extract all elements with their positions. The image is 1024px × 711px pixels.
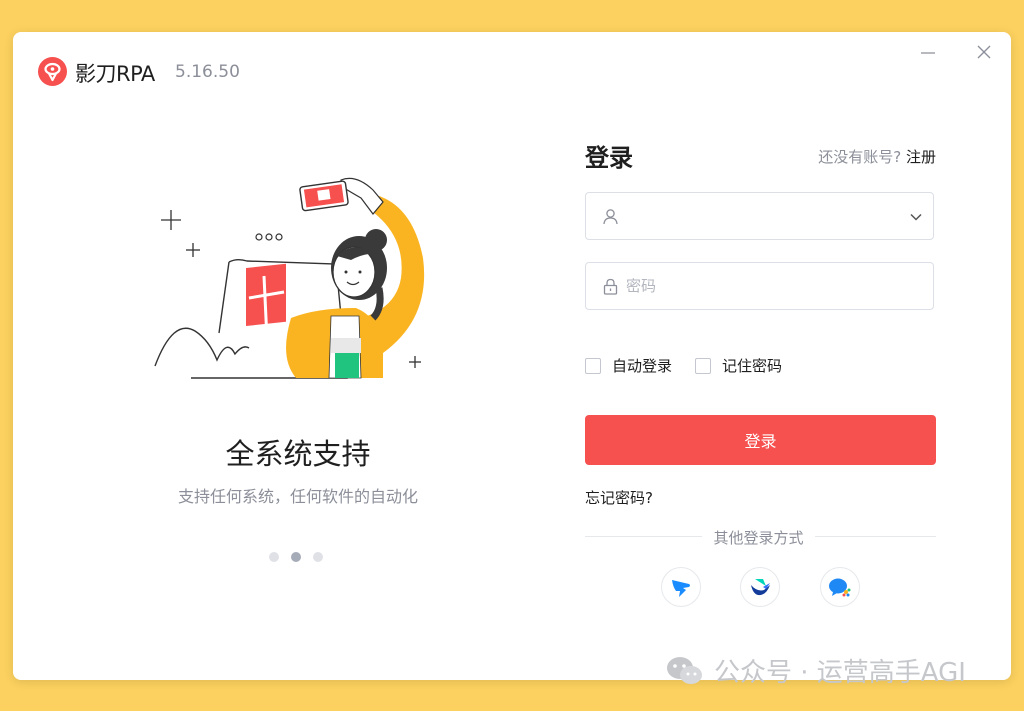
forgot-password-link[interactable]: 忘记密码? (585, 487, 653, 508)
divider (815, 536, 936, 537)
login-title: 登录 (585, 144, 633, 172)
register-hint: 还没有账号? 注册 (818, 146, 936, 167)
watermark-text: 公众号 · 运营高手AGI (714, 658, 966, 688)
auto-login-option[interactable]: 自动登录 (585, 355, 672, 376)
watermark: 公众号 · 运营高手AGI (666, 652, 966, 689)
login-window: 影刀RPA 5.16.50 全系统支持 支持任何系统，任何软件的自动化 登录 还… (13, 32, 1011, 680)
username-input[interactable] (626, 193, 896, 239)
user-icon (603, 209, 618, 225)
remember-password-checkbox[interactable] (695, 357, 712, 374)
no-account-text: 还没有账号? (818, 148, 902, 166)
carousel-title: 全系统支持 (225, 437, 371, 471)
app-logo-icon (38, 57, 67, 86)
auto-login-checkbox[interactable] (585, 357, 601, 374)
wecom-icon (829, 578, 851, 597)
password-field[interactable] (585, 262, 934, 310)
carousel-dot-3[interactable] (313, 552, 323, 562)
app-version: 5.16.50 (175, 62, 240, 82)
username-field[interactable] (585, 192, 934, 240)
remember-password-option[interactable]: 记住密码 (695, 355, 782, 376)
carousel-dot-2[interactable] (291, 552, 301, 562)
dingtalk-login-button[interactable] (661, 567, 701, 607)
feishu-icon (751, 579, 770, 596)
chevron-down-icon[interactable] (909, 210, 923, 224)
illustration-woman-with-phone (151, 168, 431, 386)
dingtalk-icon (672, 580, 690, 597)
auto-login-label: 自动登录 (612, 357, 673, 375)
close-icon (977, 45, 991, 59)
divider (585, 536, 702, 537)
password-input[interactable] (626, 263, 896, 309)
wechat-icon (667, 656, 702, 684)
login-options: 自动登录 记住密码 (585, 355, 805, 376)
app-name: 影刀RPA (75, 62, 155, 86)
close-button[interactable] (969, 40, 999, 66)
carousel-indicator (269, 552, 323, 562)
carousel-dot-1[interactable] (269, 552, 279, 562)
wecom-login-button[interactable] (820, 567, 860, 607)
login-button[interactable]: 登录 (585, 415, 936, 465)
lock-icon (603, 278, 618, 295)
other-login-label: 其他登录方式 (713, 529, 804, 547)
remember-password-label: 记住密码 (722, 357, 783, 375)
minimize-button[interactable] (913, 40, 943, 66)
carousel-subtitle: 支持任何系统，任何软件的自动化 (177, 487, 418, 506)
feishu-login-button[interactable] (740, 567, 780, 607)
register-link[interactable]: 注册 (906, 148, 936, 166)
